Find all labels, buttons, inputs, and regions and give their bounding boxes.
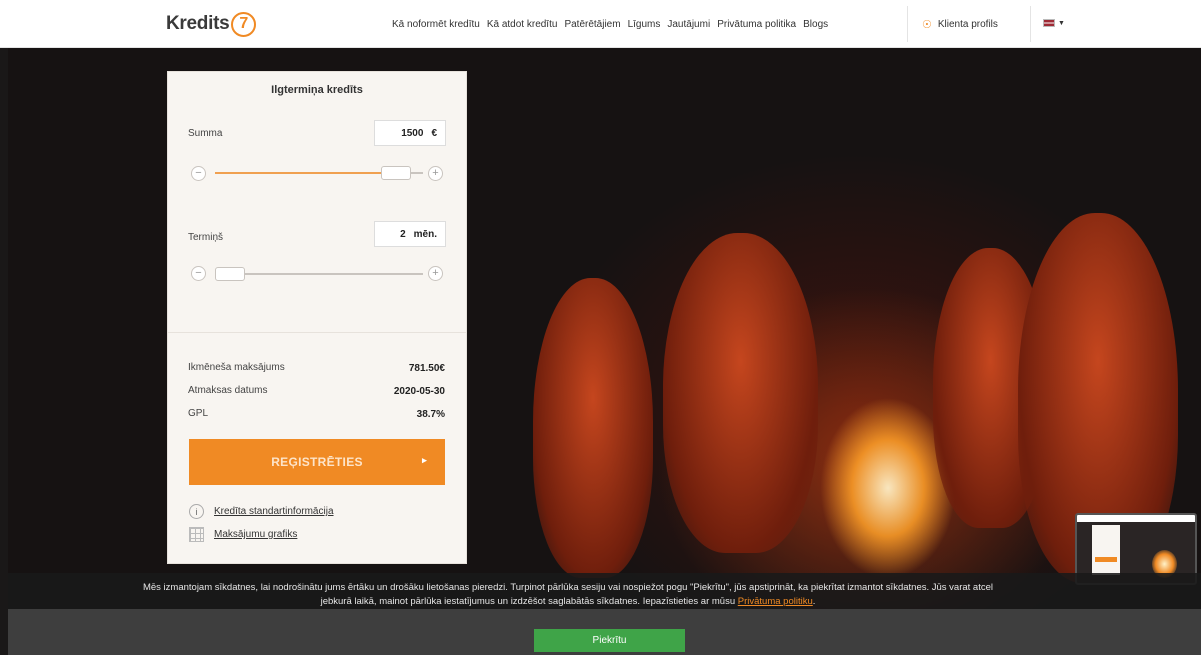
nav-item-blog[interactable]: Blogs [803,19,828,30]
calendar-grid-icon [189,527,204,542]
chevron-down-icon: ▼ [1058,19,1065,27]
amount-input[interactable]: 1500 € [374,120,446,146]
loan-calculator: Ilgtermiņa kredīts Summa 1500 € − + Term… [167,71,467,564]
calculator-divider [168,332,466,333]
person-silhouette [663,233,818,553]
calculator-title: Ilgtermiņa kredīts [271,84,363,96]
preview-calculator [1092,525,1120,575]
credit-info-link-text: Kredīta standartinformācija [214,506,334,517]
nav-item-how-to-apply[interactable]: Kā noformēt kredītu [392,19,480,30]
term-slider-handle[interactable] [215,267,245,281]
amount-slider-fill [215,172,381,174]
amount-unit: € [431,127,437,139]
main-nav: Kā noformēt kredītu Kā atdot kredītu Pat… [392,0,835,48]
term-input[interactable]: 2 mēn. [374,221,446,247]
person-silhouette [533,278,653,578]
term-decrease-button[interactable]: − [191,266,206,281]
term-value: 2 [400,228,406,240]
repayment-date-value: 2020-05-30 [393,386,445,397]
nav-item-questions[interactable]: Jautājumi [667,19,710,30]
cookie-message: Mēs izmantojam sīkdatnes, lai nodrošināt… [38,581,1098,609]
site-logo[interactable]: Kredits 7 [166,10,257,38]
preview-button [1095,557,1117,562]
preview-header [1077,515,1195,522]
user-icon: ☉ [922,18,932,31]
accept-cookies-button[interactable]: Piekrītu [534,629,685,652]
credit-info-link[interactable]: i Kredīta standartinformācija [189,504,334,519]
monthly-payment-label: Ikmēneša maksājums [188,362,285,373]
payment-schedule-link-text: Maksājumu grafiks [214,529,298,540]
amount-increase-button[interactable]: + [428,166,443,181]
term-label: Termiņš [188,232,224,243]
amount-value: 1500 [401,127,424,139]
language-selector[interactable]: ▼ [1043,19,1065,27]
cookie-text-end: . [812,596,816,607]
nav-divider [1030,6,1031,42]
cookie-actions: Piekrītu [8,609,1201,655]
cookie-text-second: jebkurā laikā, mainot pārlūka iestatījum… [320,596,736,607]
nav-divider [907,6,908,42]
payment-schedule-link[interactable]: Maksājumu grafiks [189,527,297,542]
client-profile-label: Klienta profils [937,18,998,30]
logo-number-badge: 7 [231,11,257,37]
term-unit: mēn. [413,228,437,240]
privacy-policy-link[interactable]: Privātuma politiku [738,596,813,607]
cookie-consent-bar: Mēs izmantojam sīkdatnes, lai nodrošināt… [8,573,1201,655]
term-slider-track[interactable] [215,267,423,281]
amount-decrease-button[interactable]: − [191,166,206,181]
amount-label: Summa [188,128,223,139]
client-profile-link[interactable]: ☉ Klienta profils [922,0,998,48]
register-button-label: REĢISTRĒTIES [271,455,363,469]
apr-value: 38.7% [416,409,445,420]
amount-slider-handle[interactable] [381,166,411,180]
nav-item-consumers[interactable]: Patērētājiem [564,19,620,30]
nav-item-privacy-policy[interactable]: Privātuma politika [717,19,796,30]
amount-slider-track[interactable] [215,166,423,180]
latvia-flag-icon [1043,19,1055,27]
info-icon: i [189,504,204,519]
repayment-date-label: Atmaksas datums [188,385,268,396]
chevron-right-icon: ▸ [422,455,427,465]
nav-item-how-to-repay[interactable]: Kā atdot kredītu [487,19,558,30]
monthly-payment-value: 781.50€ [408,363,445,374]
site-header: Kredits 7 Kā noformēt kredītu Kā atdot k… [0,0,1201,48]
nav-item-agreement[interactable]: Līgums [628,19,661,30]
register-button[interactable]: REĢISTRĒTIES ▸ [189,439,445,485]
apr-label: GPL [188,408,209,419]
logo-text: Kredits [166,13,230,34]
term-increase-button[interactable]: + [428,266,443,281]
cookie-text-main: Mēs izmantojam sīkdatnes, lai nodrošināt… [142,582,994,593]
